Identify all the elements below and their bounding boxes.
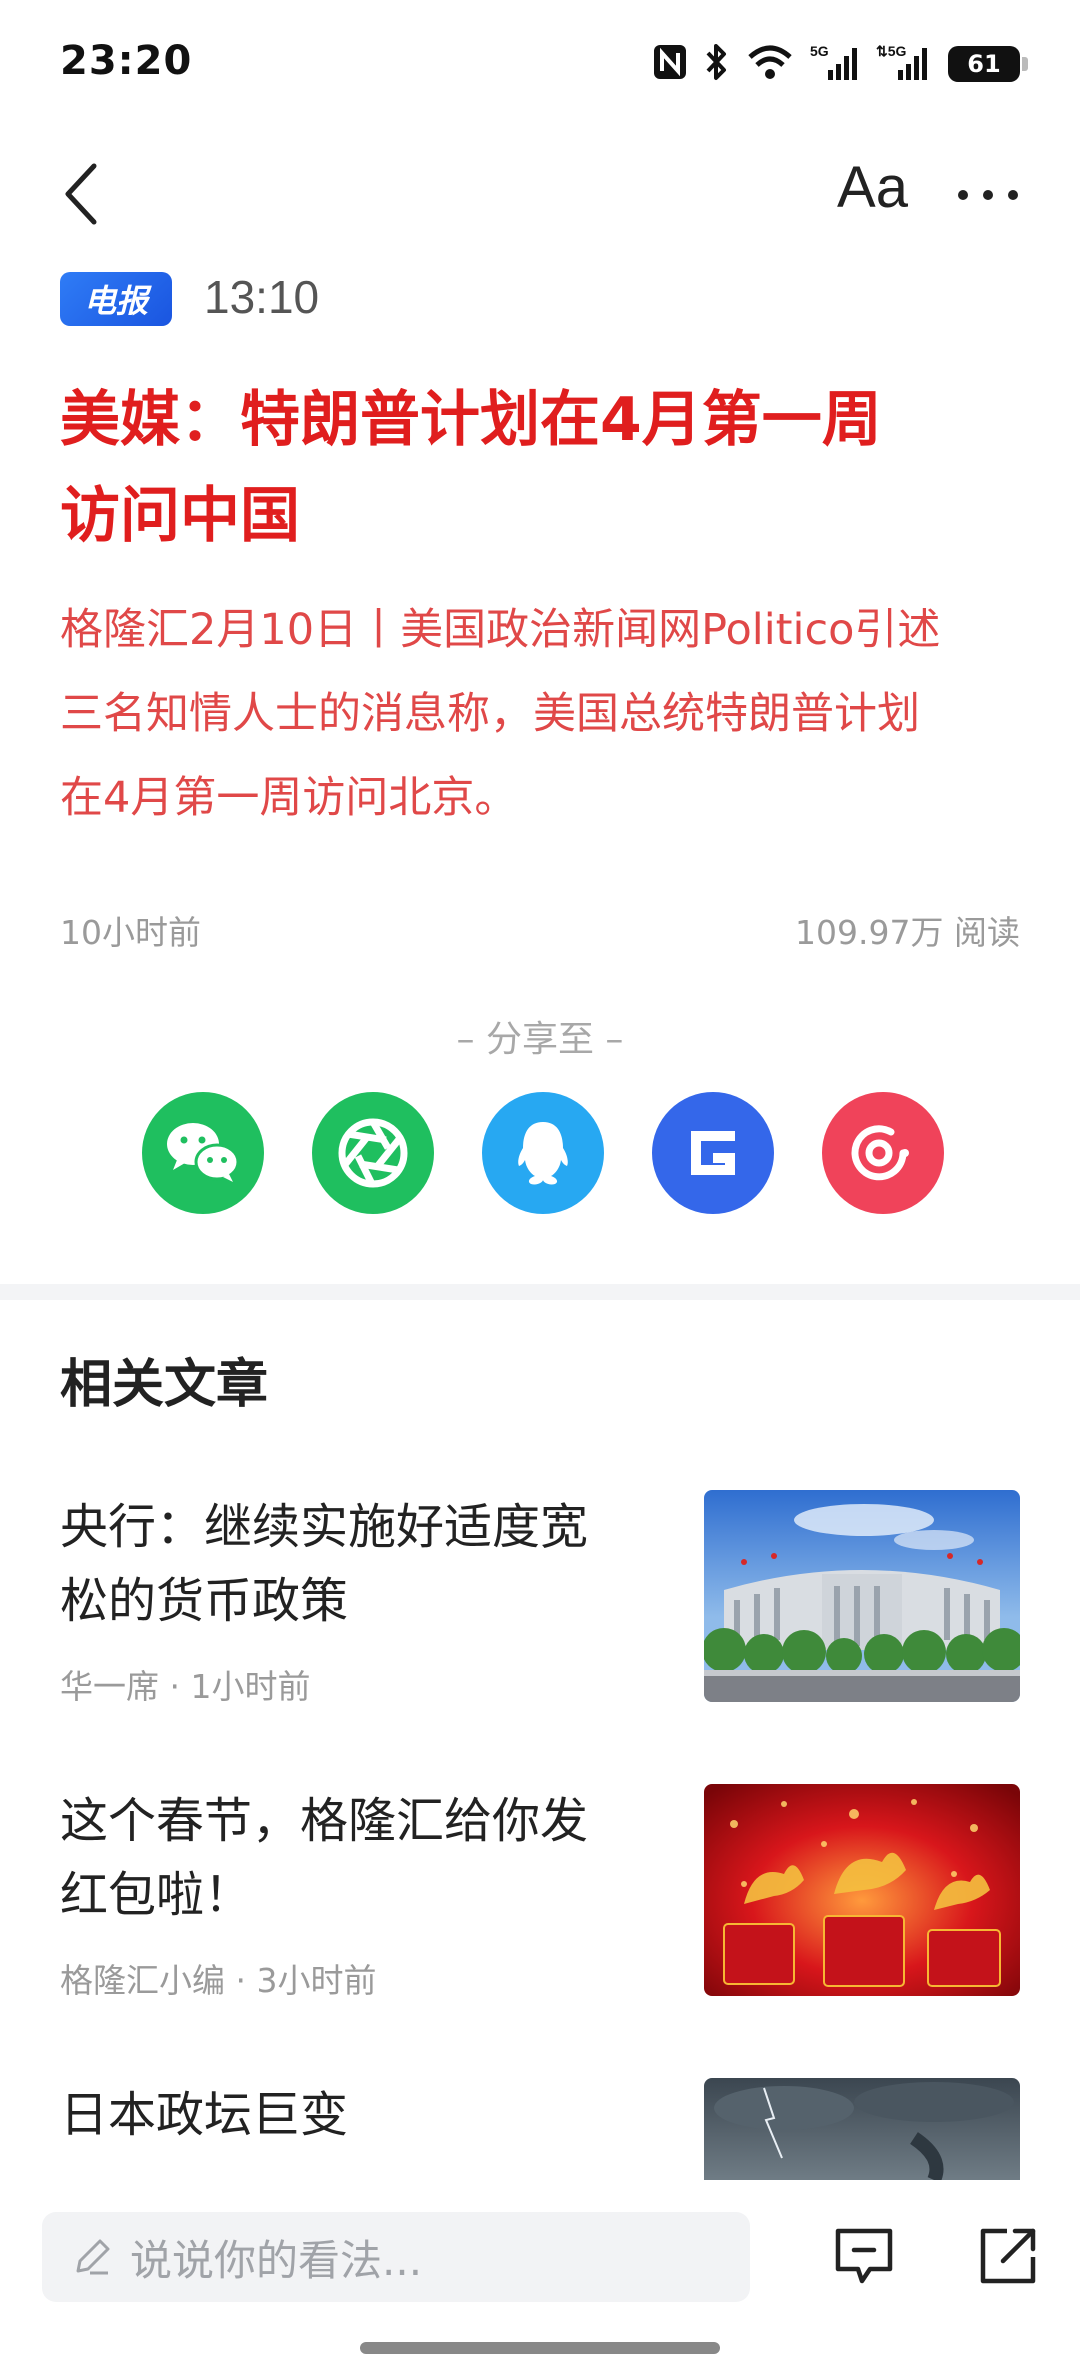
related-article-meta: 格隆汇小编 · 3小时前 — [60, 1961, 377, 2000]
related-section-title: 相关文章 — [60, 1355, 269, 1415]
nfc-icon — [652, 43, 688, 85]
related-article-item[interactable]: 这个春节，格隆汇给你发 红包啦！ 格隆汇小编 · 3小时前 — [60, 1784, 1020, 2000]
comment-icon — [835, 2228, 893, 2284]
gelonghui-icon — [691, 1131, 735, 1175]
article-headline: 美媒：特朗普计划在4月第一周 访问中国 — [60, 372, 1020, 564]
battery-icon: 61 — [948, 46, 1028, 82]
share-wechat-button[interactable] — [142, 1092, 264, 1214]
battery-level: 61 — [967, 50, 1001, 78]
nav-bar: Aa — [0, 140, 1080, 250]
related-article-meta: 华一席 · 1小时前 — [60, 1667, 311, 1706]
title-line: 红包啦！ — [60, 1867, 253, 1923]
font-size-button[interactable]: Aa — [837, 154, 908, 221]
share-icon — [980, 2228, 1036, 2284]
signal-5g-icon: ⇅5G — [876, 42, 932, 86]
comment-input[interactable]: 说说你的看法... — [42, 2212, 750, 2302]
title-line: 日本政坛巨变 — [60, 2087, 349, 2143]
signal-5g-icon: 5G — [810, 42, 860, 86]
home-indicator[interactable] — [360, 2342, 720, 2354]
section-divider — [0, 1284, 1080, 1300]
qq-icon — [518, 1122, 568, 1185]
comment-button[interactable] — [828, 2220, 900, 2292]
publish-time: 13:10 — [204, 271, 320, 323]
weibo-icon — [851, 1125, 909, 1181]
article-page: 23:20 5G ⇅5G 61 Aa 电报 13:10 美媒：特朗普计划在4月第… — [0, 0, 1080, 2376]
more-button[interactable] — [948, 160, 1028, 230]
share-moments-button[interactable] — [312, 1092, 434, 1214]
related-article-title: 央行：继续实施好适度宽 松的货币政策 — [60, 1490, 650, 1638]
status-time: 23:20 — [60, 38, 193, 84]
bottom-bar: 说说你的看法... — [0, 2180, 1080, 2376]
title-line: 这个春节，格隆汇给你发 — [60, 1793, 589, 1849]
share-qq-button[interactable] — [482, 1092, 604, 1214]
share-weibo-button[interactable] — [822, 1092, 944, 1214]
comment-placeholder: 说说你的看法... — [130, 2235, 423, 2285]
chevron-left-icon — [65, 163, 97, 225]
svg-text:5G: 5G — [810, 43, 829, 59]
related-article-item[interactable]: 日本政坛巨变 — [60, 2078, 1020, 2180]
storm-clouds-image — [704, 2078, 1020, 2180]
wifi-icon — [746, 43, 794, 85]
headline-line: 访问中国 — [60, 481, 300, 551]
svg-text:⇅5G: ⇅5G — [876, 43, 907, 59]
title-line: 央行：继续实施好适度宽 — [60, 1499, 589, 1555]
title-line: 松的货币政策 — [60, 1573, 349, 1629]
article-summary: 格隆汇2月10日丨美国政治新闻网Politico引述 三名知情人士的消息称，美国… — [60, 588, 1020, 840]
moments-icon — [338, 1118, 408, 1188]
bluetooth-icon — [704, 42, 730, 86]
wechat-icon — [167, 1123, 240, 1182]
read-count: 109.97万 阅读 — [795, 913, 1020, 952]
status-bar: 23:20 5G ⇅5G 61 — [0, 0, 1080, 130]
headline-line: 美媒：特朗普计划在4月第一周 — [60, 385, 882, 455]
share-gelonghui-button[interactable] — [652, 1092, 774, 1214]
back-button[interactable] — [50, 156, 114, 232]
category-badge: 电报 — [60, 272, 172, 326]
related-article-title: 日本政坛巨变 — [60, 2078, 650, 2152]
share-button[interactable] — [972, 2220, 1044, 2292]
share-row — [142, 1092, 944, 1214]
share-title: – 分享至 – — [456, 1019, 624, 1060]
status-icons: 5G ⇅5G 61 — [652, 40, 1028, 88]
central-bank-building-image — [704, 1490, 1020, 1702]
related-article-item[interactable]: 央行：继续实施好适度宽 松的货币政策 华一席 · 1小时前 — [60, 1490, 1020, 1706]
summary-line: 三名知情人士的消息称，美国总统特朗普计划 — [60, 689, 920, 739]
more-horizontal-icon — [958, 190, 1018, 200]
pen-icon — [76, 2239, 110, 2275]
red-envelope-horses-image — [704, 1784, 1020, 1996]
summary-line: 格隆汇2月10日丨美国政治新闻网Politico引述 — [60, 605, 941, 655]
summary-line: 在4月第一周访问北京。 — [60, 773, 518, 823]
related-article-title: 这个春节，格隆汇给你发 红包啦！ — [60, 1784, 650, 1932]
posted-ago: 10小时前 — [60, 913, 201, 952]
